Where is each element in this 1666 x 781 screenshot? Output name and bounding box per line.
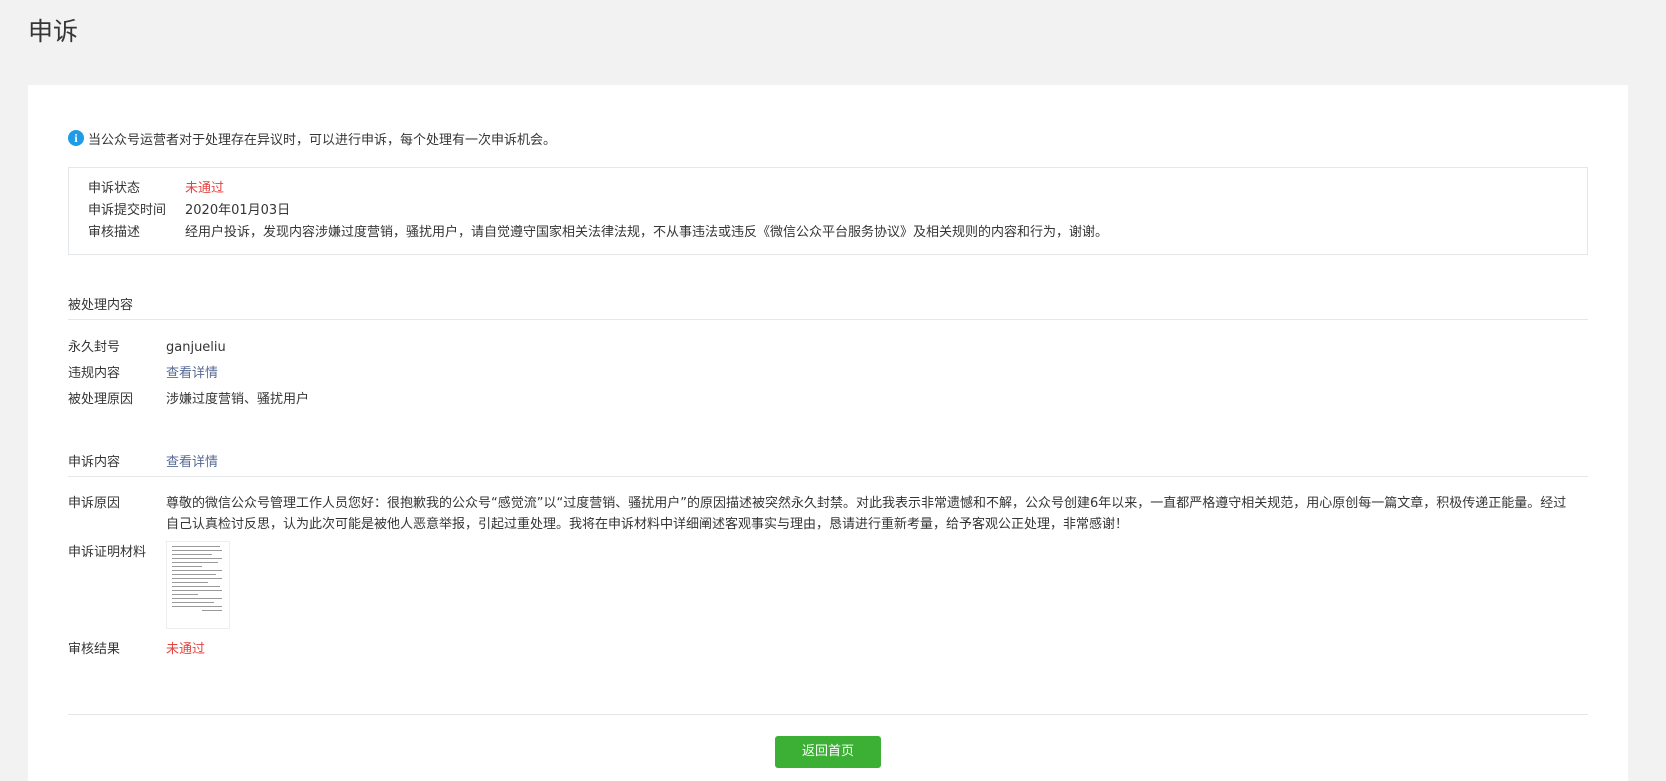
info-icon: i [68,130,84,146]
handled-section-title: 被处理内容 [68,298,134,313]
back-home-button[interactable]: 返回首页 [775,736,881,768]
appeal-details: 申诉原因 尊敬的微信公众号管理工作人员您好：很抱歉我的公众号“感觉流”以“过度营… [68,493,1588,660]
submit-time-row: 申诉提交时间 2020年01月03日 [88,200,1568,222]
submit-time-value: 2020年01月03日 [185,203,291,218]
violation-detail-link[interactable]: 查看详情 [166,361,218,387]
evidence-thumbnail[interactable] [166,541,230,629]
notice-text: 当公众号运营者对于处理存在异议时，可以进行申诉，每个处理有一次申诉机会。 [88,132,557,148]
page-title: 申诉 [28,17,79,46]
appeal-reason-text: 尊敬的微信公众号管理工作人员您好：很抱歉我的公众号“感觉流”以“过度营销、骚扰用… [166,496,1567,532]
handled-reason-value: 涉嫌过度营销、骚扰用户 [166,392,310,407]
review-desc-label: 审核描述 [88,225,141,240]
violation-label: 违规内容 [68,366,121,381]
appeal-section-header: 申诉内容 查看详情 [68,450,1588,477]
appeal-section-title: 申诉内容 [68,455,121,470]
handled-details: 永久封号 ganjueliu 违规内容 查看详情 被处理原因 涉嫌过度营销、骚扰… [68,335,1588,413]
review-result-row: 审核结果 未通过 [68,639,1588,660]
ban-label: 永久封号 [68,340,121,355]
status-row: 申诉状态 未通过 [88,178,1568,200]
ban-row: 永久封号 ganjueliu [68,335,1588,361]
footer-divider [68,714,1588,715]
appeal-reason-row: 申诉原因 尊敬的微信公众号管理工作人员您好：很抱歉我的公众号“感觉流”以“过度营… [68,493,1588,535]
evidence-label: 申诉证明材料 [68,545,147,560]
appeal-detail-link[interactable]: 查看详情 [166,450,218,476]
handled-reason-label: 被处理原因 [68,392,134,407]
status-value: 未通过 [185,181,225,196]
review-result-value: 未通过 [166,642,206,657]
review-result-label: 审核结果 [68,642,121,657]
evidence-row: 申诉证明材料 [68,541,1588,629]
notice-bar: i 当公众号运营者对于处理存在异议时，可以进行申诉，每个处理有一次申诉机会。 [68,127,1588,149]
submit-time-label: 申诉提交时间 [88,203,167,218]
status-label: 申诉状态 [88,181,141,196]
ban-account: ganjueliu [166,340,226,355]
handled-reason-row: 被处理原因 涉嫌过度营销、骚扰用户 [68,387,1588,413]
review-desc-row: 审核描述 经用户投诉，发现内容涉嫌过度营销，骚扰用户，请自觉遵守国家相关法律法规… [88,222,1568,244]
handled-section-header: 被处理内容 [68,293,1588,320]
appeal-card: i 当公众号运营者对于处理存在异议时，可以进行申诉，每个处理有一次申诉机会。 申… [28,85,1628,781]
appeal-reason-label: 申诉原因 [68,496,121,511]
review-desc-value: 经用户投诉，发现内容涉嫌过度营销，骚扰用户，请自觉遵守国家相关法律法规，不从事违… [185,225,1109,240]
violation-row: 违规内容 查看详情 [68,361,1588,387]
status-box: 申诉状态 未通过 申诉提交时间 2020年01月03日 审核描述 经用户投诉，发… [68,167,1588,255]
